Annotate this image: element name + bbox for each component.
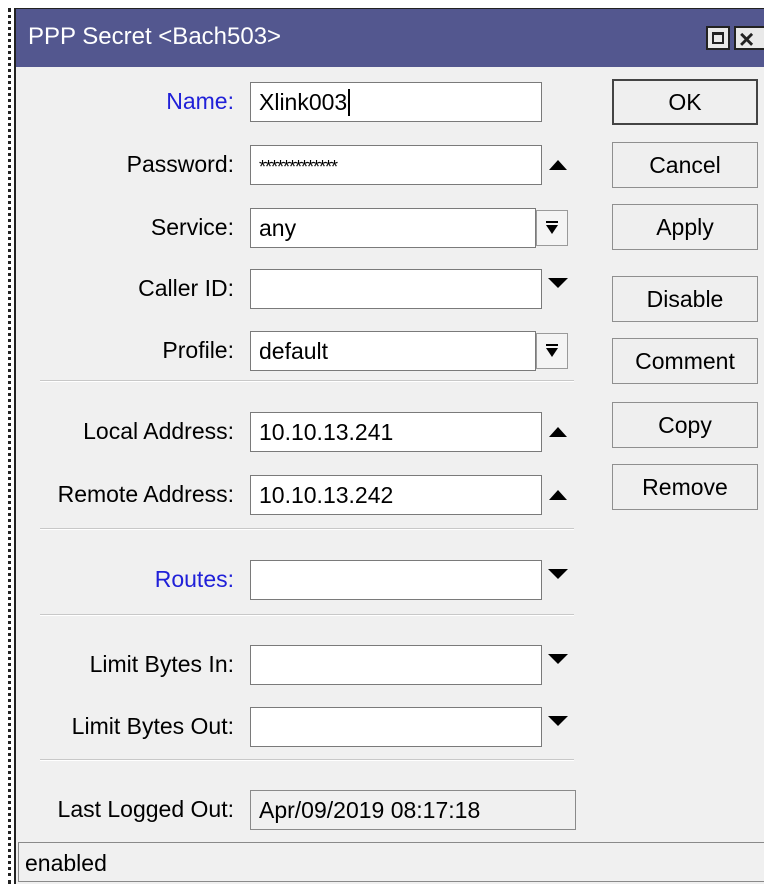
service-select[interactable]: any [250, 208, 536, 248]
cancel-button[interactable]: Cancel [612, 142, 758, 188]
name-value: Xlink003 [259, 89, 348, 115]
limit-bytes-in-input[interactable] [250, 645, 542, 685]
ppp-secret-dialog: PPP Secret <Bach503> × Name: Xlink003 Pa… [14, 8, 764, 884]
routes-expand-button[interactable] [542, 554, 574, 594]
password-collapse-button[interactable] [542, 145, 574, 185]
triangle-up-icon [549, 490, 567, 500]
remote-address-value: 10.10.13.242 [259, 482, 394, 508]
maximize-icon [712, 32, 724, 44]
triangle-down-icon [548, 278, 568, 288]
window-title: PPP Secret <Bach503> [28, 23, 282, 50]
remote-address-label: Remote Address: [57, 481, 234, 507]
limit-bytes-in-expand-button[interactable] [542, 639, 574, 679]
triangle-up-icon [549, 427, 567, 437]
local-address-value: 10.10.13.241 [259, 419, 394, 445]
ok-button[interactable]: OK [612, 79, 758, 125]
profile-dropdown-button[interactable] [536, 333, 568, 369]
status-bar: enabled [18, 842, 764, 882]
remove-button[interactable]: Remove [612, 464, 758, 510]
triangle-down-icon [548, 654, 568, 664]
separator [40, 380, 574, 382]
limit-bytes-out-input[interactable] [250, 707, 542, 747]
profile-select[interactable]: default [250, 331, 536, 371]
password-input[interactable]: ************* [250, 145, 542, 185]
password-label: Password: [126, 151, 234, 177]
separator [40, 759, 574, 761]
last-logged-out-value: Apr/09/2019 08:17:18 [259, 797, 481, 823]
apply-button[interactable]: Apply [612, 204, 758, 250]
close-button[interactable]: × [734, 24, 764, 54]
routes-input[interactable] [250, 560, 542, 600]
limit-bytes-in-label: Limit Bytes In: [89, 651, 234, 677]
status-text: enabled [25, 850, 107, 876]
title-bar[interactable]: PPP Secret <Bach503> × [16, 9, 764, 67]
last-logged-out-field: Apr/09/2019 08:17:18 [250, 790, 576, 830]
local-address-label: Local Address: [83, 418, 234, 444]
dropdown-arrow-icon [546, 221, 558, 235]
copy-button[interactable]: Copy [612, 402, 758, 448]
service-label: Service: [150, 214, 234, 240]
profile-label: Profile: [162, 337, 234, 363]
maximize-button[interactable] [706, 26, 730, 50]
disable-button[interactable]: Disable [612, 276, 758, 322]
separator [40, 528, 574, 530]
local-address-collapse-button[interactable] [542, 412, 574, 452]
caller-id-label: Caller ID: [138, 275, 234, 301]
remote-address-collapse-button[interactable] [542, 475, 574, 515]
text-cursor [348, 89, 351, 117]
profile-value: default [259, 338, 329, 364]
routes-label: Routes: [154, 566, 234, 592]
caller-id-expand-button[interactable] [542, 263, 574, 303]
window-outer-border [8, 8, 11, 884]
triangle-down-icon [548, 716, 568, 726]
name-input[interactable]: Xlink003 [250, 82, 542, 122]
name-label: Name: [166, 88, 234, 114]
triangle-up-icon [549, 160, 567, 170]
local-address-input[interactable]: 10.10.13.241 [250, 412, 542, 452]
remote-address-input[interactable]: 10.10.13.242 [250, 475, 542, 515]
triangle-down-icon [548, 569, 568, 579]
limit-bytes-out-label: Limit Bytes Out: [71, 713, 234, 739]
password-value: ************* [259, 157, 338, 177]
limit-bytes-out-expand-button[interactable] [542, 701, 574, 741]
separator [40, 614, 574, 616]
close-icon: × [739, 24, 755, 54]
service-dropdown-button[interactable] [536, 210, 568, 246]
last-logged-out-label: Last Logged Out: [57, 796, 234, 822]
dropdown-arrow-icon [546, 344, 558, 358]
comment-button[interactable]: Comment [612, 338, 758, 384]
caller-id-input[interactable] [250, 269, 542, 309]
service-value: any [259, 215, 297, 241]
